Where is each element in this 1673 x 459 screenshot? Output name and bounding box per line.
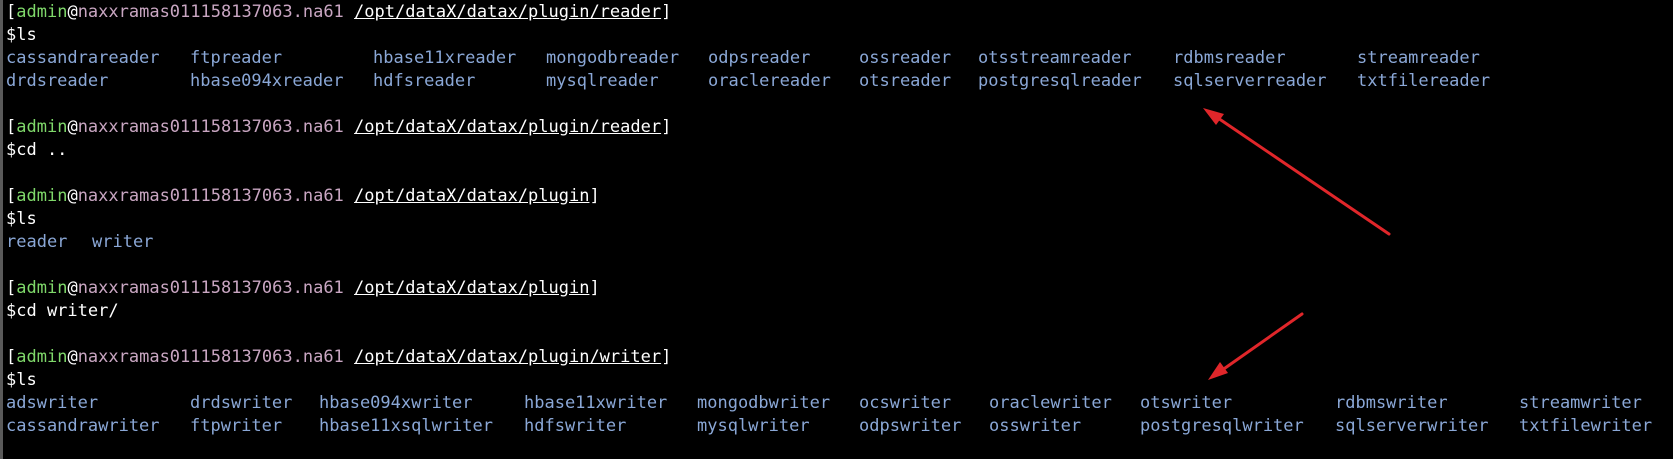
listing-item: mysqlreader [546,71,659,91]
prompt-path: /opt/dataX/datax/plugin [354,278,590,298]
prompt-path: /opt/dataX/datax/plugin [354,186,590,206]
listing-item: otsreader [859,71,952,91]
prompt-path: /opt/dataX/datax/plugin/reader [354,2,662,22]
listing-item: otsstreamreader [978,48,1132,68]
listing-item: cassandrawriter [6,416,160,436]
listing-item: hdfswriter [524,416,627,436]
listing-item: postgresqlwriter [1140,416,1304,436]
prompt-bracket-open: [ [6,117,17,137]
listing-item: postgresqlreader [978,71,1142,91]
prompt-line: [admin@naxxramas011158137063.na61 /opt/d… [6,116,671,139]
listing-item: txtfilereader [1357,71,1491,91]
window-left-edge [0,0,3,459]
prompt-bracket-close: ] [589,186,600,206]
listing-item: oraclewriter [989,393,1112,413]
prompt-user: admin [16,117,68,137]
prompt-host: naxxramas011158137063.na61 [77,186,344,206]
listing-item: ocswriter [859,393,952,413]
prompt-path: /opt/dataX/datax/plugin/writer [354,347,662,367]
prompt-line: [admin@naxxramas011158137063.na61 /opt/d… [6,346,671,369]
prompt-path: /opt/dataX/datax/plugin/reader [354,117,662,137]
listing-item: reader [6,232,68,252]
prompt-bracket-open: [ [6,347,17,367]
prompt-bracket-close: ] [661,117,672,137]
listing-item: ftpwriter [190,416,283,436]
prompt-at: @ [67,117,78,137]
listing-item: txtfilewriter [1519,416,1653,436]
listing-item: streamreader [1357,48,1480,68]
listing-item: hbase11xreader [373,48,517,68]
prompt-line: [admin@naxxramas011158137063.na61 /opt/d… [6,277,600,300]
listing-item: drdsreader [6,71,109,91]
listing-item: odpsreader [708,48,811,68]
listing-item: hbase094xwriter [319,393,473,413]
prompt-bracket-open: [ [6,278,17,298]
prompt-user: admin [16,347,68,367]
command-line: $ls [6,370,37,390]
prompt-at: @ [67,2,78,22]
listing-item: oraclereader [708,71,831,91]
prompt-bracket-close: ] [661,2,672,22]
listing-item: mysqlwriter [697,416,810,436]
prompt-user: admin [16,186,68,206]
listing-item: sqlserverwriter [1335,416,1489,436]
listing-item: osswriter [989,416,1082,436]
listing-item: hdfsreader [373,71,476,91]
prompt-line: [admin@naxxramas011158137063.na61 /opt/d… [6,185,600,208]
listing-item: cassandrareader [6,48,160,68]
arrow-to-writer-listing [1208,312,1304,380]
listing-item: hbase11xsqlwriter [319,416,493,436]
listing-item: hbase11xwriter [524,393,668,413]
listing-item: otswriter [1140,393,1233,413]
listing-item: mongodbwriter [697,393,831,413]
listing-item: rdbmswriter [1335,393,1448,413]
prompt-at: @ [67,186,78,206]
prompt-line: [admin@naxxramas011158137063.na61 /opt/d… [6,1,671,24]
listing-item: rdbmsreader [1173,48,1286,68]
prompt-bracket-close: ] [589,278,600,298]
terminal-window[interactable]: [admin@naxxramas011158137063.na61 /opt/d… [0,0,1673,459]
command-line: $ls [6,25,37,45]
prompt-bracket-close: ] [661,347,672,367]
listing-item: hbase094xreader [190,71,344,91]
prompt-user: admin [16,2,68,22]
arrow-to-reader-listing [1203,108,1391,236]
prompt-at: @ [67,278,78,298]
command-line: $cd writer/ [6,301,119,321]
prompt-bracket-open: [ [6,186,17,206]
listing-item: streamwriter [1519,393,1642,413]
prompt-host: naxxramas011158137063.na61 [77,117,344,137]
command-line: $ls [6,209,37,229]
listing-item: writer [92,232,154,252]
prompt-host: naxxramas011158137063.na61 [77,278,344,298]
listing-item: mongodbreader [546,48,680,68]
listing-item: ossreader [859,48,952,68]
command-line: $cd .. [6,140,68,160]
prompt-host: naxxramas011158137063.na61 [77,2,344,22]
listing-item: ftpreader [190,48,283,68]
prompt-bracket-open: [ [6,2,17,22]
listing-item: odpswriter [859,416,962,436]
listing-item: sqlserverreader [1173,71,1327,91]
listing-item: drdswriter [190,393,293,413]
listing-item: adswriter [6,393,99,413]
prompt-at: @ [67,347,78,367]
prompt-user: admin [16,278,68,298]
prompt-host: naxxramas011158137063.na61 [77,347,344,367]
